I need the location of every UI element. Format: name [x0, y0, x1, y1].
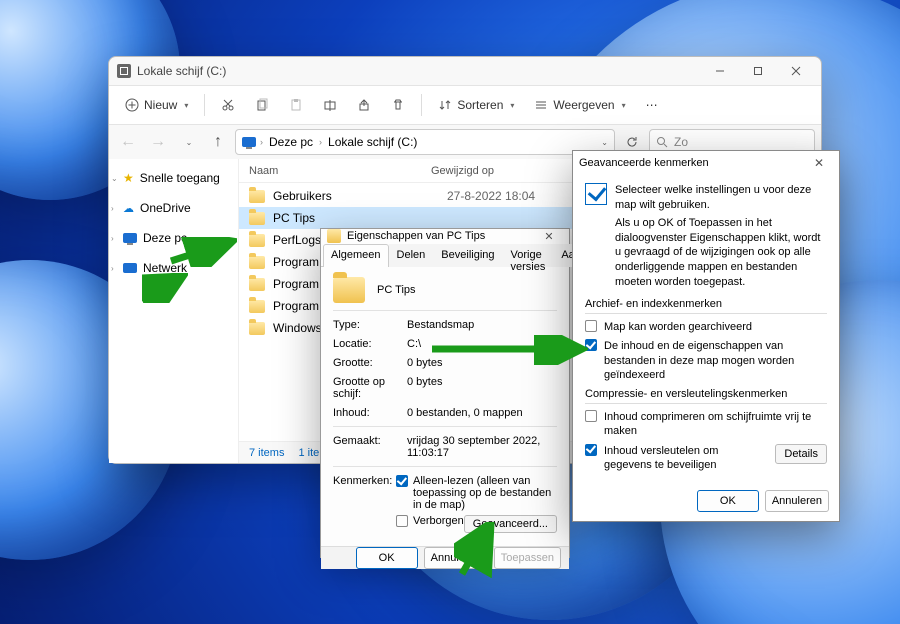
- paste-icon: [289, 98, 303, 112]
- group-archive: Archief- en indexkenmerken: [585, 298, 827, 314]
- advanced-attributes-dialog: Geavanceerde kenmerken ✕ Selecteer welke…: [572, 150, 840, 522]
- more-button[interactable]: ⋯: [638, 90, 666, 120]
- archive-checkbox[interactable]: [585, 320, 597, 332]
- status-count: 7 items: [249, 447, 284, 459]
- sidebar-item-thispc[interactable]: ›Deze pc: [109, 227, 238, 249]
- folder-icon: [249, 212, 265, 225]
- details-button[interactable]: Details: [775, 444, 827, 464]
- copy-icon: [255, 98, 269, 112]
- star-icon: ★: [123, 171, 134, 185]
- nav-recent[interactable]: ⌄: [175, 129, 201, 155]
- hidden-checkbox[interactable]: [396, 515, 408, 527]
- created-value: vrijdag 30 september 2022, 11:03:17: [407, 435, 557, 459]
- adv-title: Geavanceerde kenmerken: [579, 157, 709, 169]
- apply-button[interactable]: Toepassen: [494, 547, 561, 569]
- minimize-button[interactable]: [701, 59, 739, 83]
- folder-icon: [249, 190, 265, 203]
- address-bar[interactable]: › Deze pc › Lokale schijf (C:) ⌄: [235, 129, 615, 155]
- type-value: Bestandsmap: [407, 319, 557, 331]
- folder-name-input[interactable]: [377, 281, 557, 299]
- window-title: Lokale schijf (C:): [137, 64, 226, 78]
- index-checkbox[interactable]: [585, 339, 597, 351]
- share-icon: [357, 98, 371, 112]
- checkmark-icon: [585, 183, 607, 205]
- readonly-checkbox[interactable]: [396, 475, 408, 487]
- compress-checkbox[interactable]: [585, 410, 597, 422]
- nav-forward[interactable]: →: [145, 129, 171, 155]
- tab-security[interactable]: Beveiliging: [433, 244, 502, 267]
- folder-icon: [249, 256, 265, 269]
- network-icon: [123, 263, 137, 273]
- tab-share[interactable]: Delen: [389, 244, 434, 267]
- new-button[interactable]: Nieuw▾: [117, 90, 196, 120]
- ok-button[interactable]: OK: [356, 547, 418, 569]
- properties-titlebar[interactable]: Eigenschappen van PC Tips ✕: [321, 229, 569, 243]
- navigation-pane: ⌄★Snelle toegang ›☁OneDrive ›Deze pc ›Ne…: [109, 159, 239, 463]
- folder-icon: [333, 277, 365, 303]
- folder-icon: [249, 234, 265, 247]
- location-value: C:\: [407, 338, 557, 350]
- nav-up[interactable]: ↑: [205, 129, 231, 155]
- cut-button[interactable]: [213, 90, 243, 120]
- size-on-disk-value: 0 bytes: [407, 376, 557, 388]
- column-name[interactable]: Naam: [249, 165, 431, 177]
- hidden-label: Verborgen: [413, 515, 464, 533]
- sidebar-item-onedrive[interactable]: ›☁OneDrive: [109, 197, 238, 219]
- nav-back[interactable]: ←: [115, 129, 141, 155]
- adv-intro: Selecteer welke instellingen u voor deze…: [615, 183, 827, 290]
- sidebar-item-quick[interactable]: ⌄★Snelle toegang: [109, 167, 238, 189]
- sort-button[interactable]: Sorteren▾: [430, 90, 522, 120]
- breadcrumb-thispc[interactable]: Deze pc: [267, 135, 315, 149]
- ok-button[interactable]: OK: [697, 490, 759, 512]
- advanced-button[interactable]: Geavanceerd...: [464, 515, 557, 533]
- readonly-label: Alleen-lezen (alleen van toepassing op d…: [413, 475, 557, 511]
- share-button[interactable]: [349, 90, 379, 120]
- trash-icon: [391, 98, 405, 112]
- close-button[interactable]: [777, 59, 815, 83]
- cloud-icon: ☁: [123, 202, 134, 215]
- tab-previous[interactable]: Vorige versies: [503, 244, 554, 267]
- folder-icon: [249, 278, 265, 291]
- explorer-titlebar[interactable]: Lokale schijf (C:): [109, 57, 821, 85]
- cancel-button[interactable]: Annuleren: [424, 547, 488, 569]
- adv-titlebar[interactable]: Geavanceerde kenmerken ✕: [573, 151, 839, 175]
- group-compress: Compressie- en versleutelingskenmerken: [585, 388, 827, 404]
- properties-title: Eigenschappen van PC Tips: [347, 230, 485, 242]
- view-button[interactable]: Weergeven▾: [526, 90, 633, 120]
- copy-button[interactable]: [247, 90, 277, 120]
- folder-icon: [249, 300, 265, 313]
- size-value: 0 bytes: [407, 357, 557, 369]
- folder-icon: [327, 229, 341, 243]
- delete-button[interactable]: [383, 90, 413, 120]
- drive-icon: [117, 64, 131, 78]
- maximize-button[interactable]: [739, 59, 777, 83]
- scissors-icon: [221, 98, 235, 112]
- close-button[interactable]: ✕: [805, 156, 833, 170]
- tab-general[interactable]: Algemeen: [323, 244, 389, 267]
- sidebar-item-network[interactable]: ›Netwerk: [109, 257, 238, 279]
- search-icon: [656, 136, 668, 148]
- close-button[interactable]: ✕: [535, 230, 563, 243]
- pc-icon: [123, 233, 137, 243]
- encrypt-checkbox[interactable]: [585, 444, 597, 456]
- properties-dialog: Eigenschappen van PC Tips ✕ Algemeen Del…: [320, 228, 570, 558]
- sort-icon: [438, 98, 452, 112]
- rename-button[interactable]: [315, 90, 345, 120]
- view-icon: [534, 98, 548, 112]
- explorer-toolbar: Nieuw▾ Sorteren▾ Weergeven▾ ⋯: [109, 85, 821, 125]
- drive-icon: [242, 137, 256, 147]
- rename-icon: [323, 98, 337, 112]
- properties-tabs: Algemeen Delen Beveiliging Vorige versie…: [321, 243, 569, 267]
- folder-icon: [249, 322, 265, 335]
- cancel-button[interactable]: Annuleren: [765, 490, 829, 512]
- breadcrumb-drive[interactable]: Lokale schijf (C:): [326, 135, 419, 149]
- paste-button[interactable]: [281, 90, 311, 120]
- contents-value: 0 bestanden, 0 mappen: [407, 407, 557, 419]
